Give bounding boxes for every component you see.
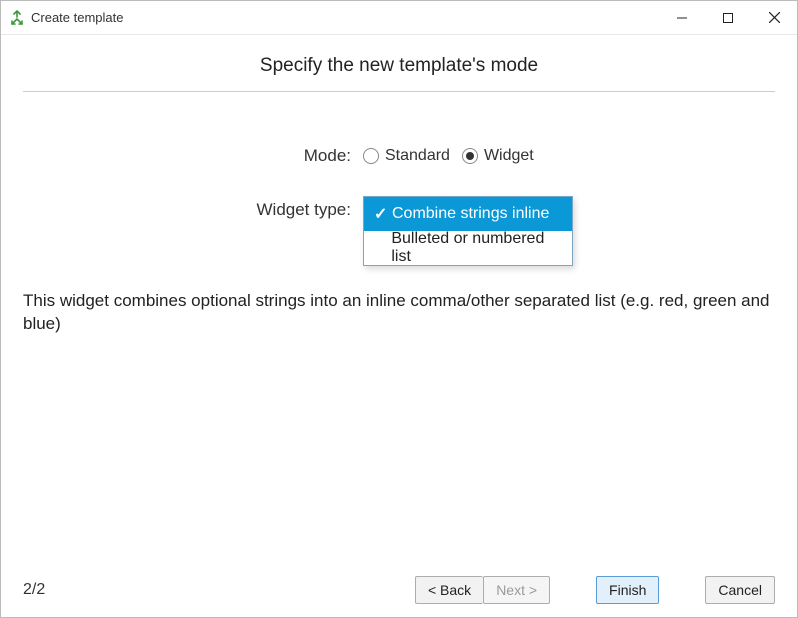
page-heading: Specify the new template's mode	[23, 55, 775, 77]
widget-type-label: Widget type:	[23, 196, 363, 220]
mode-label: Mode:	[23, 146, 363, 166]
cancel-button[interactable]: Cancel	[705, 576, 775, 604]
title-bar: Create template	[1, 1, 797, 35]
finish-button[interactable]: Finish	[596, 576, 659, 604]
back-button[interactable]: < Back	[415, 576, 483, 604]
dropdown-item-bulleted-list[interactable]: ✓ Bulleted or numbered list	[364, 231, 572, 265]
app-icon	[9, 10, 25, 26]
widget-type-dropdown: ✓ Combine strings inline ✓ Bulleted or n…	[363, 196, 573, 266]
page-indicator: 2/2	[23, 581, 45, 599]
radio-icon	[363, 148, 379, 164]
radio-standard-label: Standard	[385, 147, 450, 165]
heading-separator	[23, 91, 775, 92]
radio-icon	[462, 148, 478, 164]
dropdown-item-label: Bulleted or numbered list	[391, 230, 562, 266]
radio-standard[interactable]: Standard	[363, 147, 450, 165]
next-button[interactable]: Next >	[483, 576, 550, 604]
radio-widget-label: Widget	[484, 147, 534, 165]
dropdown-item-combine-strings[interactable]: ✓ Combine strings inline	[364, 197, 572, 231]
minimize-button[interactable]	[659, 1, 705, 34]
widget-type-row: Widget type: ✓ Combine strings inline ✓ …	[23, 196, 775, 220]
window-controls	[659, 1, 797, 34]
wizard-footer: 2/2 < Back Next > Finish Cancel	[1, 563, 797, 617]
dropdown-item-label: Combine strings inline	[392, 205, 549, 223]
widget-description: This widget combines optional strings in…	[23, 290, 775, 336]
mode-radio-group: Standard Widget	[363, 147, 534, 165]
mode-row: Mode: Standard Widget	[23, 146, 775, 166]
radio-widget[interactable]: Widget	[462, 147, 534, 165]
window-title: Create template	[31, 10, 659, 25]
close-button[interactable]	[751, 1, 797, 34]
maximize-button[interactable]	[705, 1, 751, 34]
check-icon: ✓	[374, 204, 392, 224]
